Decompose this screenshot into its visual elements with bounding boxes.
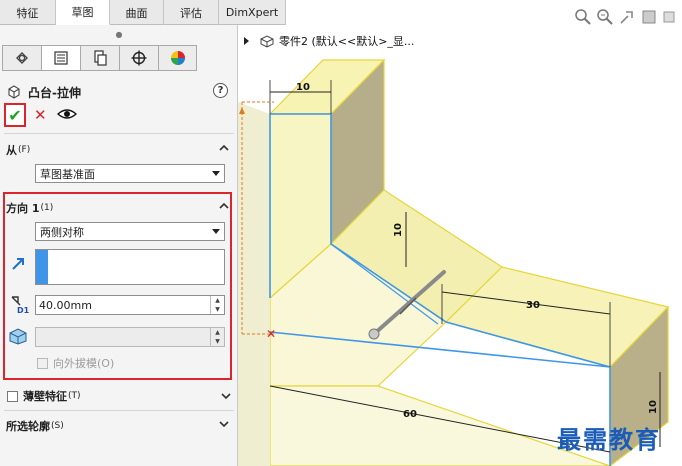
direction-label: 方向 1	[6, 202, 40, 215]
tab-surfaces[interactable]: 曲面	[110, 0, 164, 25]
thin-feature-hotkey: (T)	[68, 391, 81, 401]
checkbox-box[interactable]	[7, 390, 18, 402]
draft-outward-checkbox[interactable]: 向外拔模(O)	[37, 355, 114, 371]
separator	[4, 410, 234, 411]
draft-outward-label: 向外拔模(O)	[53, 357, 115, 370]
direction-hotkey: (1)	[40, 203, 54, 213]
property-manager-tab[interactable]	[41, 45, 80, 71]
tab-dimxpert[interactable]: DimXpert	[219, 0, 286, 25]
from-section-header[interactable]: 从 (F)	[6, 141, 234, 159]
chevron-down-icon[interactable]	[220, 391, 232, 401]
dimension-vertical-step[interactable]: 10	[393, 223, 404, 237]
from-label: 从	[6, 144, 17, 157]
direction-section-header[interactable]: 方向 1 (1)	[6, 199, 234, 217]
draft-angle-input[interactable]: ▲ ▼	[35, 327, 225, 347]
appearance-pie-icon	[170, 51, 185, 65]
chevron-down-icon	[212, 171, 220, 176]
configuration-manager-tab[interactable]	[80, 45, 119, 71]
checkmark-icon: ✔	[8, 105, 22, 125]
property-manager: ● 凸台-拉伸 ? ✔ ✕ 从 (F) 草图基准面 方向 1 (1) 两侧对称 …	[0, 25, 238, 466]
configuration-icon	[94, 50, 107, 66]
expand-caret-icon[interactable]	[244, 37, 249, 45]
watermark-text: 最需教育	[557, 425, 661, 454]
zoom-to-fit-icon[interactable]	[574, 8, 592, 26]
section-view-icon[interactable]	[640, 8, 658, 26]
tab-sketch[interactable]: 草图	[56, 0, 110, 25]
spin-down-icon[interactable]: ▼	[211, 305, 224, 314]
previous-view-icon[interactable]	[618, 8, 636, 26]
feature-tree-icon	[16, 52, 28, 64]
draft-icon[interactable]	[8, 327, 28, 345]
depth-d1-icon: D1	[11, 296, 30, 314]
graphics-area-model[interactable]: 10 10 30 60 10 ✕	[238, 52, 682, 466]
checkbox-box[interactable]	[37, 357, 48, 369]
end-condition-value: 两侧对称	[40, 225, 84, 239]
part-icon	[260, 35, 274, 48]
selected-contours-label: 所选轮廓	[6, 420, 50, 433]
panel-grip[interactable]: ●	[0, 25, 238, 43]
view-orientation-icon[interactable]	[662, 8, 676, 26]
dimension-top-width[interactable]: 10	[296, 82, 310, 93]
from-hotkey: (F)	[18, 145, 31, 155]
zoom-area-icon[interactable]	[596, 8, 614, 26]
depth-spinner[interactable]: ▲ ▼	[210, 296, 224, 314]
tab-features[interactable]: 特征	[0, 0, 56, 25]
spin-up-icon[interactable]: ▲	[211, 296, 224, 305]
dimxpert-manager-tab[interactable]	[119, 45, 158, 71]
preview-eye-icon[interactable]	[56, 108, 77, 123]
display-manager-tab[interactable]	[158, 45, 197, 71]
direction-reference-listbox[interactable]	[35, 249, 225, 285]
dimension-right-height[interactable]: 10	[648, 400, 659, 414]
crosshair-icon	[131, 50, 147, 66]
chevron-up-icon	[219, 202, 229, 209]
help-button[interactable]: ?	[213, 83, 228, 98]
from-start-condition-select[interactable]: 草图基准面	[35, 164, 225, 183]
depth-input[interactable]: 40.00mm ▲ ▼	[35, 295, 225, 315]
flyout-feature-tree[interactable]: 零件2 (默认<<默认>_显...	[244, 32, 414, 50]
heads-up-view-toolbar	[574, 8, 682, 26]
spin-up-icon[interactable]: ▲	[211, 328, 224, 337]
part-label: 零件2 (默认<<默认>_显...	[279, 35, 415, 48]
property-list-icon	[54, 51, 68, 65]
end-condition-select[interactable]: 两侧对称	[35, 222, 225, 241]
manager-icon-tabs	[2, 45, 236, 71]
dimension-bottom-length[interactable]: 60	[403, 409, 417, 420]
from-selected-value: 草图基准面	[40, 167, 95, 181]
direction-highlight-box	[3, 192, 232, 380]
ok-button[interactable]: ✔	[4, 103, 26, 127]
selected-contours-hotkey: (S)	[51, 421, 64, 431]
svg-text:✕: ✕	[266, 327, 276, 341]
feature-manager-tab[interactable]	[2, 45, 41, 71]
cancel-button[interactable]: ✕	[34, 106, 47, 124]
thin-feature-label: 薄壁特征	[23, 390, 67, 403]
selected-contours-header[interactable]: 所选轮廓 (S)	[6, 417, 234, 435]
draft-spinner[interactable]: ▲ ▼	[210, 328, 224, 346]
direction-arrow-icon[interactable]	[10, 256, 26, 272]
tab-evaluate[interactable]: 评估	[164, 0, 219, 25]
feature-header: 凸台-拉伸 ?	[6, 82, 232, 102]
selection-highlight	[36, 250, 48, 284]
depth-value: 40.00mm	[39, 298, 92, 312]
chevron-up-icon	[219, 144, 229, 151]
svg-text:D1: D1	[17, 306, 30, 314]
separator	[4, 133, 234, 134]
action-buttons: ✔ ✕	[4, 102, 77, 128]
extrude-boss-icon	[8, 85, 20, 99]
chevron-down-icon	[212, 229, 220, 234]
feature-title: 凸台-拉伸	[28, 85, 81, 100]
thin-feature-checkbox[interactable]: 薄壁特征 (T)	[7, 388, 81, 404]
chevron-down-icon	[219, 421, 229, 428]
spin-down-icon[interactable]: ▼	[211, 337, 224, 346]
dimension-mid-width[interactable]: 30	[526, 300, 540, 311]
command-manager-tabs: 特征 草图 曲面 评估 DimXpert	[0, 0, 286, 25]
